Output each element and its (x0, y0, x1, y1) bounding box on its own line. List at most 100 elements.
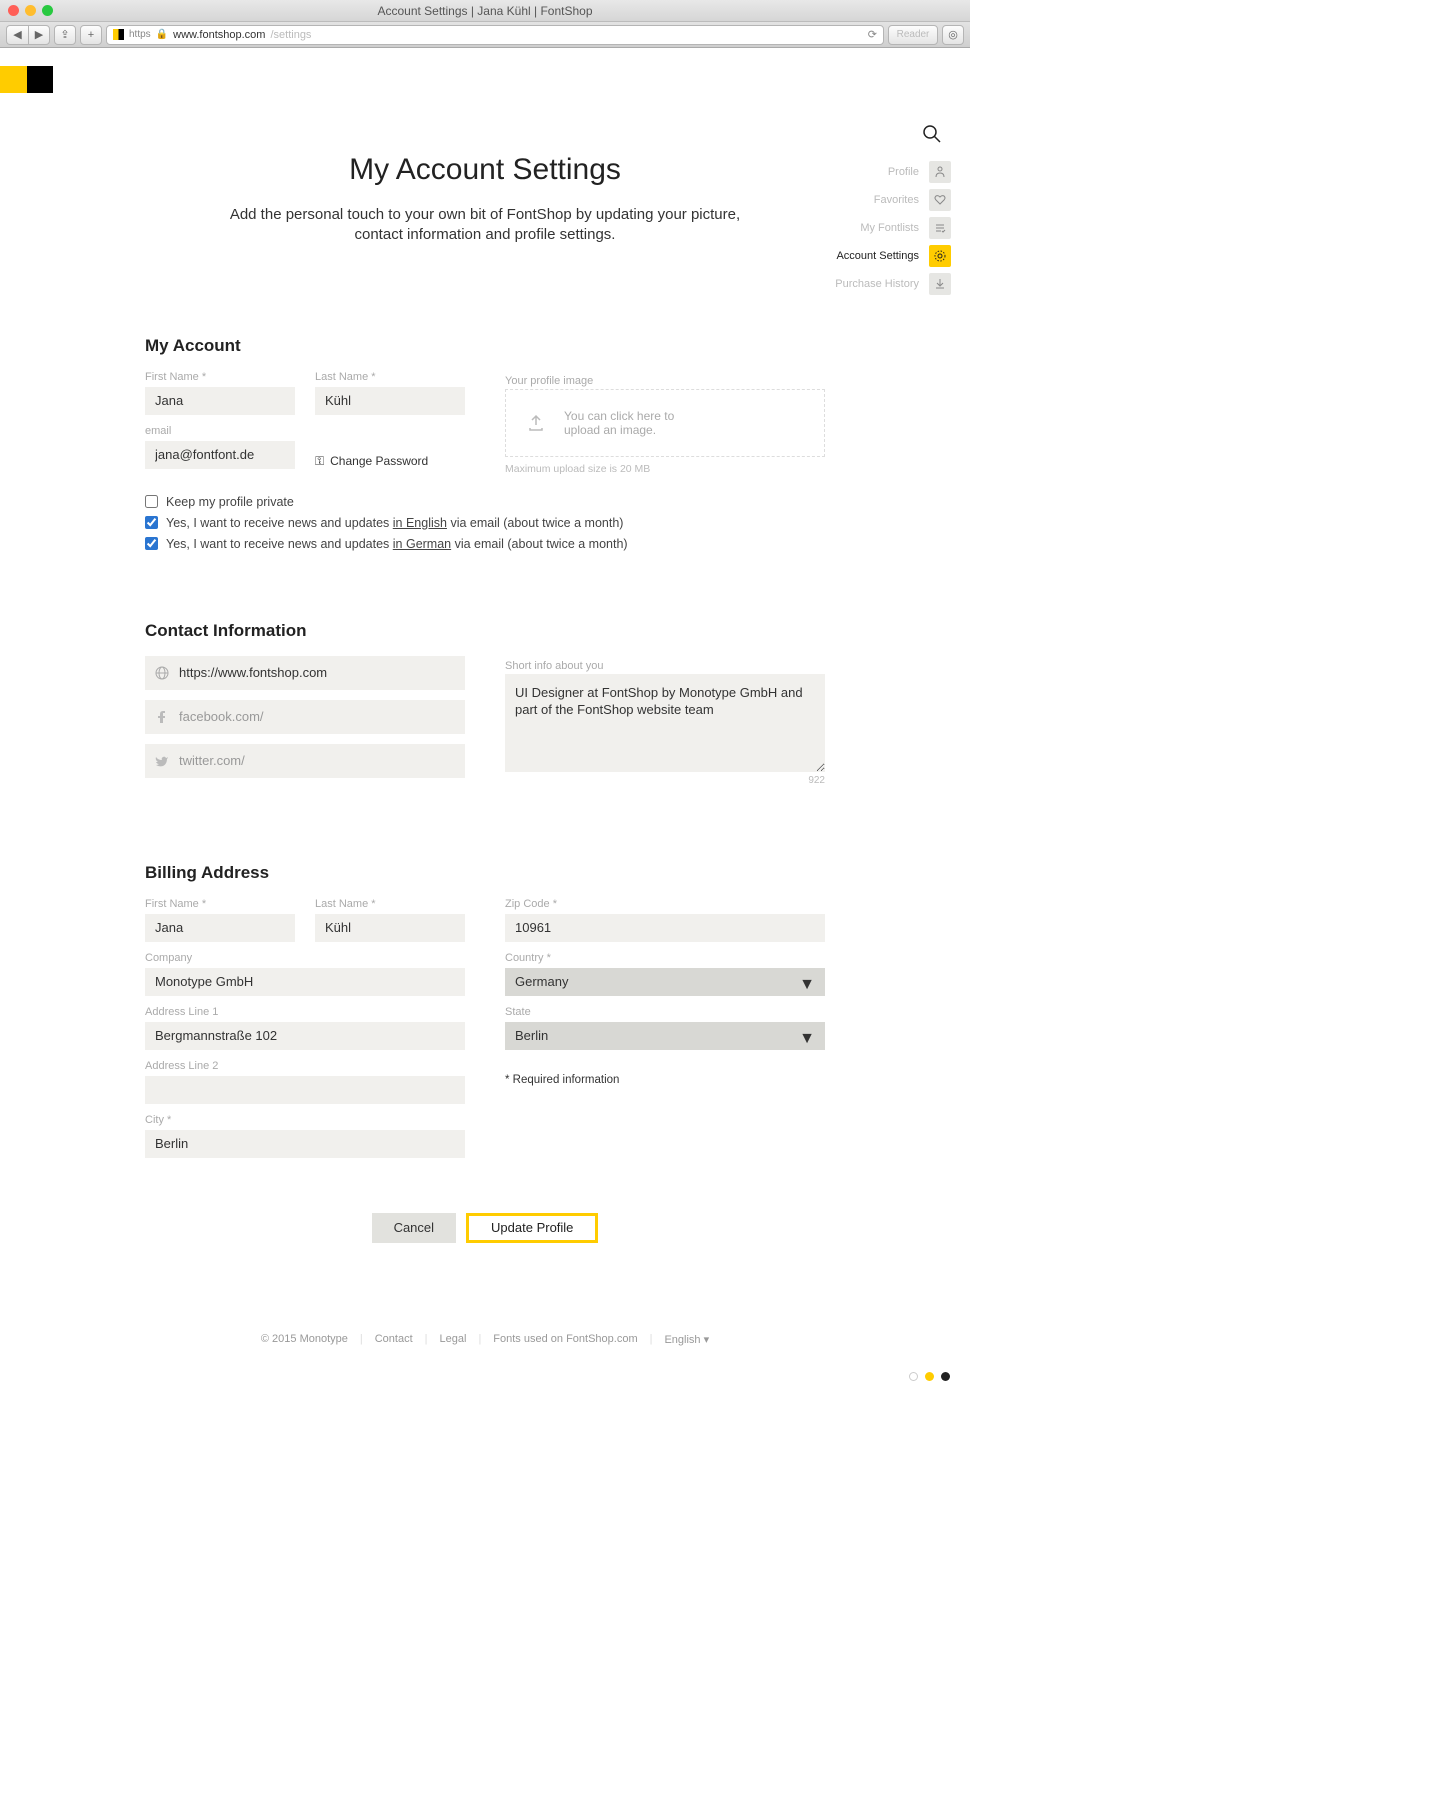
gear-icon (929, 245, 951, 267)
company-label: Company (145, 952, 465, 964)
search-icon[interactable] (922, 124, 942, 144)
change-password-link[interactable]: ⚿ Change Password (315, 454, 465, 469)
profile-image-label: Your profile image (505, 375, 593, 387)
download-icon (929, 273, 951, 295)
checkbox-private-input[interactable] (145, 495, 158, 508)
add-tab-button[interactable]: + (80, 25, 102, 45)
window-titlebar: Account Settings | Jana Kühl | FontShop (0, 0, 970, 22)
addr2-label: Address Line 2 (145, 1060, 465, 1072)
first-name-input[interactable] (145, 387, 295, 415)
bio-textarea[interactable] (505, 674, 825, 772)
bill-last-name-label: Last Name * (315, 898, 465, 910)
browser-toolbar: ◀ ▶ ⇪ + https 🔒 www.fontshop.com/setting… (0, 22, 970, 48)
checkbox-label: Yes, I want to receive news and updates … (166, 516, 623, 530)
last-name-label: Last Name * (315, 371, 465, 383)
city-input[interactable] (145, 1130, 465, 1158)
padlock-icon: 🔒 (156, 29, 168, 40)
checkbox-label: Keep my profile private (166, 495, 294, 509)
checkbox-news-de[interactable]: Yes, I want to receive news and updates … (145, 537, 825, 551)
globe-icon (155, 666, 169, 680)
nav-back-button[interactable]: ◀ (6, 25, 28, 45)
twitter-icon (155, 754, 169, 768)
bill-last-name-input[interactable] (315, 914, 465, 942)
email-input[interactable] (145, 441, 295, 469)
sidenav-profile[interactable]: Profile (835, 161, 951, 183)
sidenav-item-label: Purchase History (835, 278, 919, 290)
bio-label: Short info about you (505, 660, 603, 672)
footer-language[interactable]: English ▾ (664, 1333, 709, 1346)
heart-icon (929, 189, 951, 211)
sidenav-item-label: Favorites (874, 194, 919, 206)
sidenav-fontlists[interactable]: My Fontlists (835, 217, 951, 239)
change-password-label: Change Password (330, 454, 428, 468)
upload-text: You can click here to upload an image. (564, 409, 694, 437)
zip-input[interactable] (505, 914, 825, 942)
upload-hint: Maximum upload size is 20 MB (505, 463, 825, 475)
settings-icon[interactable]: ◎ (942, 25, 964, 45)
share-button[interactable]: ⇪ (54, 25, 76, 45)
zip-label: Zip Code * (505, 898, 825, 910)
state-select[interactable]: Berlin (505, 1022, 825, 1050)
company-input[interactable] (145, 968, 465, 996)
lock-icon: https (129, 29, 151, 40)
required-note: * Required information (505, 1074, 825, 1086)
website-input[interactable]: https://www.fontshop.com (145, 656, 465, 690)
checkbox-news-en-input[interactable] (145, 516, 158, 529)
sidenav-account-settings[interactable]: Account Settings (835, 245, 951, 267)
reload-icon[interactable]: ⟳ (868, 28, 877, 41)
sidenav-item-label: My Fontlists (860, 222, 919, 234)
sidenav-item-label: Profile (888, 166, 919, 178)
list-icon (929, 217, 951, 239)
checkbox-news-de-input[interactable] (145, 537, 158, 550)
person-icon (929, 161, 951, 183)
account-sidenav: Profile Favorites My Fontlists Account S… (835, 161, 951, 301)
upload-image-area[interactable]: You can click here to upload an image. (505, 389, 825, 457)
page-title: My Account Settings (0, 153, 970, 187)
status-dots (909, 1372, 950, 1381)
facebook-placeholder: facebook.com/ (179, 709, 264, 724)
section-contact: Contact Information (145, 621, 825, 641)
addr1-label: Address Line 1 (145, 1006, 465, 1018)
footer-legal[interactable]: Legal (440, 1333, 467, 1345)
sidenav-favorites[interactable]: Favorites (835, 189, 951, 211)
favicon-icon (113, 29, 124, 40)
fontshop-logo[interactable] (0, 66, 53, 93)
last-name-input[interactable] (315, 387, 465, 415)
facebook-icon (155, 710, 169, 724)
addr2-input[interactable] (145, 1076, 465, 1104)
bill-first-name-input[interactable] (145, 914, 295, 942)
twitter-placeholder: twitter.com/ (179, 753, 245, 768)
checkbox-private[interactable]: Keep my profile private (145, 495, 825, 509)
country-select[interactable]: Germany (505, 968, 825, 996)
facebook-input[interactable]: facebook.com/ (145, 700, 465, 734)
address-bar[interactable]: https 🔒 www.fontshop.com/settings ⟳ (106, 25, 884, 45)
footer-contact[interactable]: Contact (375, 1333, 413, 1345)
cancel-button[interactable]: Cancel (372, 1213, 456, 1243)
city-label: City * (145, 1114, 465, 1126)
section-billing: Billing Address (145, 863, 825, 883)
bio-counter: 922 (505, 775, 825, 786)
sidenav-purchase-history[interactable]: Purchase History (835, 273, 951, 295)
nav-forward-button[interactable]: ▶ (28, 25, 50, 45)
state-label: State (505, 1006, 825, 1018)
country-label: Country * (505, 952, 825, 964)
checkbox-news-en[interactable]: Yes, I want to receive news and updates … (145, 516, 825, 530)
sidenav-item-label: Account Settings (836, 250, 919, 262)
email-label: email (145, 425, 295, 437)
reader-button[interactable]: Reader (888, 25, 938, 45)
url-path: /settings (270, 29, 311, 41)
update-profile-button[interactable]: Update Profile (466, 1213, 598, 1243)
twitter-input[interactable]: twitter.com/ (145, 744, 465, 778)
page-footer: © 2015 Monotype| Contact| Legal| Fonts u… (0, 1333, 970, 1346)
url-host: www.fontshop.com (173, 29, 265, 41)
section-my-account: My Account (145, 336, 825, 356)
copyright: © 2015 Monotype (261, 1333, 348, 1345)
key-icon: ⚿ (315, 454, 324, 469)
website-value: https://www.fontshop.com (179, 665, 327, 680)
upload-icon (526, 413, 546, 433)
checkbox-label: Yes, I want to receive news and updates … (166, 537, 628, 551)
footer-fonts[interactable]: Fonts used on FontShop.com (493, 1333, 637, 1345)
addr1-input[interactable] (145, 1022, 465, 1050)
bill-first-name-label: First Name * (145, 898, 295, 910)
page-subtitle: Add the personal touch to your own bit o… (225, 205, 745, 246)
